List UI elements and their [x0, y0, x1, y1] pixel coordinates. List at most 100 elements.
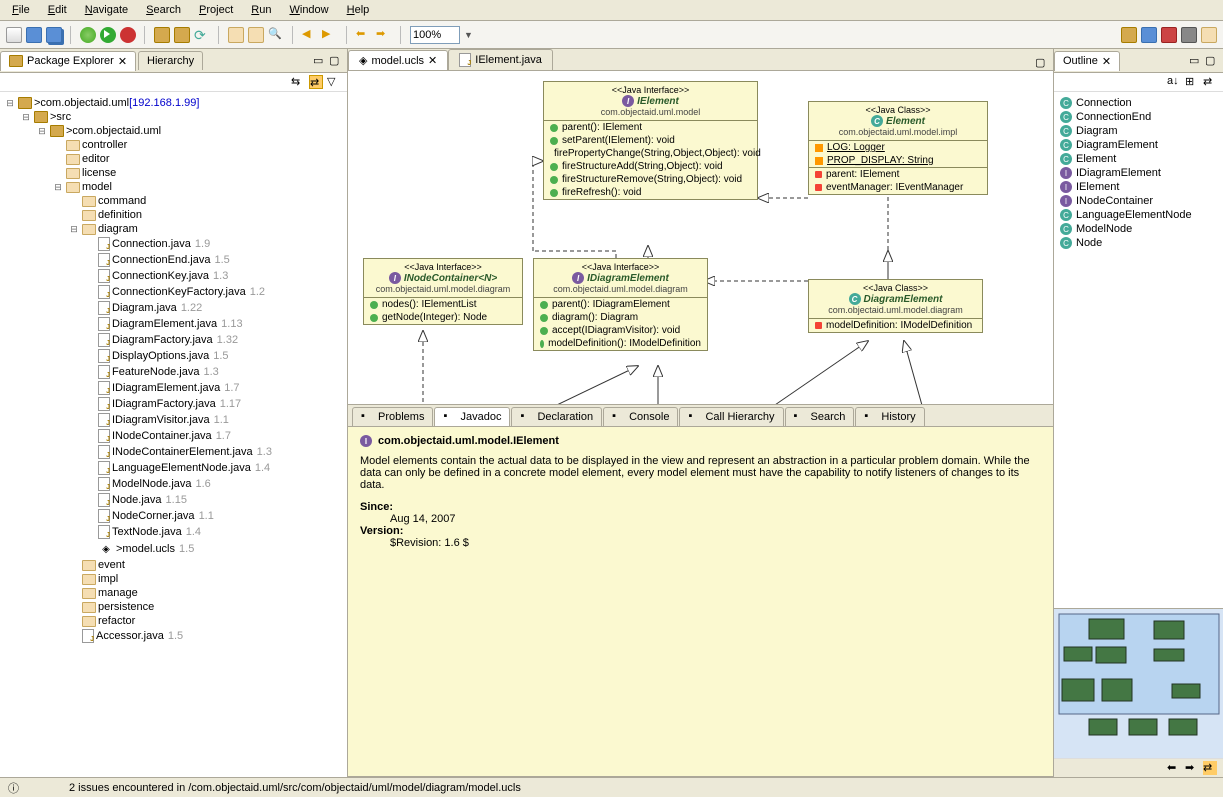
tree-node[interactable]: license: [0, 166, 347, 180]
tree-node[interactable]: Diagram.java1.22: [0, 300, 347, 316]
tree-node[interactable]: ◈>model.ucls1.5: [0, 540, 347, 558]
menu-help[interactable]: Help: [339, 2, 378, 18]
tab-ielement-java[interactable]: IElement.java: [448, 49, 553, 70]
tree-node[interactable]: DiagramFactory.java1.32: [0, 332, 347, 348]
tree-node[interactable]: persistence: [0, 600, 347, 614]
tree-node[interactable]: ⊟>src: [0, 110, 347, 124]
uml-class-idiagramelement[interactable]: <<Java Interface>>IIDiagramElementcom.ob…: [533, 258, 708, 351]
tab-package-explorer[interactable]: Package Explorer ✕: [0, 51, 136, 71]
tab-hierarchy[interactable]: Hierarchy: [138, 51, 203, 70]
tree-node[interactable]: controller: [0, 138, 347, 152]
tree-node[interactable]: manage: [0, 586, 347, 600]
perspective-icon-3[interactable]: [1161, 27, 1177, 43]
menu-run[interactable]: Run: [243, 2, 279, 18]
nav-back-icon[interactable]: ⬅: [1167, 761, 1181, 775]
tree-node[interactable]: IDiagramVisitor.java1.1: [0, 412, 347, 428]
tab-search[interactable]: ▪Search: [785, 407, 855, 426]
save-all-icon[interactable]: [46, 27, 62, 43]
sort-icon[interactable]: a↓: [1167, 75, 1181, 89]
back-icon[interactable]: ⬅: [356, 27, 372, 43]
uml-class-diagramelement[interactable]: <<Java Class>>CDiagramElementcom.objecta…: [808, 279, 983, 333]
link-icon[interactable]: ⇄: [1203, 75, 1217, 89]
uml-class-ielement[interactable]: <<Java Interface>>IIElementcom.objectaid…: [543, 81, 758, 200]
outline-item[interactable]: CElement: [1058, 152, 1219, 166]
tree-node[interactable]: INodeContainer.java1.7: [0, 428, 347, 444]
package-tree[interactable]: ⊟>com.objectaid.uml [192.168.1.99]⊟>src⊟…: [0, 92, 347, 777]
run-ext-icon[interactable]: [120, 27, 136, 43]
uml-class-element[interactable]: <<Java Class>>CElementcom.objectaid.uml.…: [808, 101, 988, 195]
uml-class-inodecontainer[interactable]: <<Java Interface>>IINodeContainer<N>com.…: [363, 258, 523, 325]
menu-window[interactable]: Window: [281, 2, 336, 18]
maximize-icon[interactable]: ▢: [329, 54, 343, 68]
maximize-icon[interactable]: ▢: [1205, 54, 1219, 68]
menu-navigate[interactable]: Navigate: [77, 2, 136, 18]
tree-node[interactable]: event: [0, 558, 347, 572]
menu-edit[interactable]: Edit: [40, 2, 75, 18]
run-icon[interactable]: [100, 27, 116, 43]
editor-max-icon[interactable]: ▢: [1035, 56, 1049, 70]
outline-item[interactable]: CConnection: [1058, 96, 1219, 110]
zoom-input[interactable]: [410, 26, 460, 44]
outline-item[interactable]: IINodeContainer: [1058, 194, 1219, 208]
filter-icon[interactable]: ⊞: [1185, 75, 1199, 89]
tree-node[interactable]: ⊟>com.objectaid.uml: [0, 124, 347, 138]
refresh-icon[interactable]: ⟳: [194, 27, 210, 43]
tree-node[interactable]: ⊟model: [0, 180, 347, 194]
tree-node[interactable]: INodeContainerElement.java1.3: [0, 444, 347, 460]
minimize-icon[interactable]: ▭: [313, 54, 327, 68]
tree-node[interactable]: FeatureNode.java1.3: [0, 364, 347, 380]
menu-search[interactable]: Search: [138, 2, 189, 18]
tree-node[interactable]: Connection.java1.9: [0, 236, 347, 252]
link-editor-icon[interactable]: ⇄: [309, 75, 323, 89]
link-editor-icon[interactable]: ⇄: [1203, 761, 1217, 775]
tree-node[interactable]: refactor: [0, 614, 347, 628]
perspective-icon-5[interactable]: [1201, 27, 1217, 43]
tree-node[interactable]: IDiagramFactory.java1.17: [0, 396, 347, 412]
outline-item[interactable]: CLanguageElementNode: [1058, 208, 1219, 222]
tab-history[interactable]: ▪History: [855, 407, 924, 426]
tab-model-ucls[interactable]: ◈model.ucls ✕: [348, 50, 448, 70]
open-type-icon[interactable]: [248, 27, 264, 43]
tree-node[interactable]: DiagramElement.java1.13: [0, 316, 347, 332]
tab-javadoc[interactable]: ▪Javadoc: [434, 407, 510, 426]
new-icon[interactable]: [6, 27, 22, 43]
zoom-dropdown-icon[interactable]: ▼: [464, 30, 473, 40]
forward-icon[interactable]: ➡: [376, 27, 392, 43]
search-icon[interactable]: 🔍: [268, 27, 284, 43]
tree-node[interactable]: ConnectionKey.java1.3: [0, 268, 347, 284]
tree-node[interactable]: Node.java1.15: [0, 492, 347, 508]
outline-item[interactable]: CConnectionEnd: [1058, 110, 1219, 124]
tree-node[interactable]: NodeCorner.java1.1: [0, 508, 347, 524]
save-icon[interactable]: [26, 27, 42, 43]
tree-node[interactable]: ⊟>com.objectaid.uml [192.168.1.99]: [0, 96, 347, 110]
new-class-icon[interactable]: [174, 27, 190, 43]
menu-file[interactable]: File: [4, 2, 38, 18]
tab-call-hierarchy[interactable]: ▪Call Hierarchy: [679, 407, 783, 426]
outline-item[interactable]: CDiagram: [1058, 124, 1219, 138]
tab-declaration[interactable]: ▪Declaration: [511, 407, 602, 426]
new-pkg-icon[interactable]: [154, 27, 170, 43]
tree-node[interactable]: IDiagramElement.java1.7: [0, 380, 347, 396]
tab-console[interactable]: ▪Console: [603, 407, 678, 426]
tab-outline[interactable]: Outline ✕: [1054, 51, 1120, 71]
tree-node[interactable]: ModelNode.java1.6: [0, 476, 347, 492]
collapse-all-icon[interactable]: ⇆: [291, 75, 305, 89]
tree-node[interactable]: DisplayOptions.java1.5: [0, 348, 347, 364]
open-icon[interactable]: [228, 27, 244, 43]
nav-fwd-icon[interactable]: ➡: [1185, 761, 1199, 775]
outline-item[interactable]: CNode: [1058, 236, 1219, 250]
outline-list[interactable]: CConnectionCConnectionEndCDiagramCDiagra…: [1054, 92, 1223, 608]
diagram-thumbnail[interactable]: [1054, 608, 1223, 758]
outline-item[interactable]: IIDiagramElement: [1058, 166, 1219, 180]
uml-diagram-canvas[interactable]: <<Java Interface>>IIElementcom.objectaid…: [348, 71, 1053, 405]
menu-project[interactable]: Project: [191, 2, 241, 18]
view-menu-icon[interactable]: ▽: [327, 75, 341, 89]
perspective-icon-1[interactable]: [1121, 27, 1137, 43]
tab-problems[interactable]: ▪Problems: [352, 407, 433, 426]
tree-node[interactable]: TextNode.java1.4: [0, 524, 347, 540]
tree-node[interactable]: editor: [0, 152, 347, 166]
prev-annot-icon[interactable]: ◀: [302, 27, 318, 43]
tree-node[interactable]: Accessor.java1.5: [0, 628, 347, 644]
tree-node[interactable]: command: [0, 194, 347, 208]
debug-icon[interactable]: [80, 27, 96, 43]
